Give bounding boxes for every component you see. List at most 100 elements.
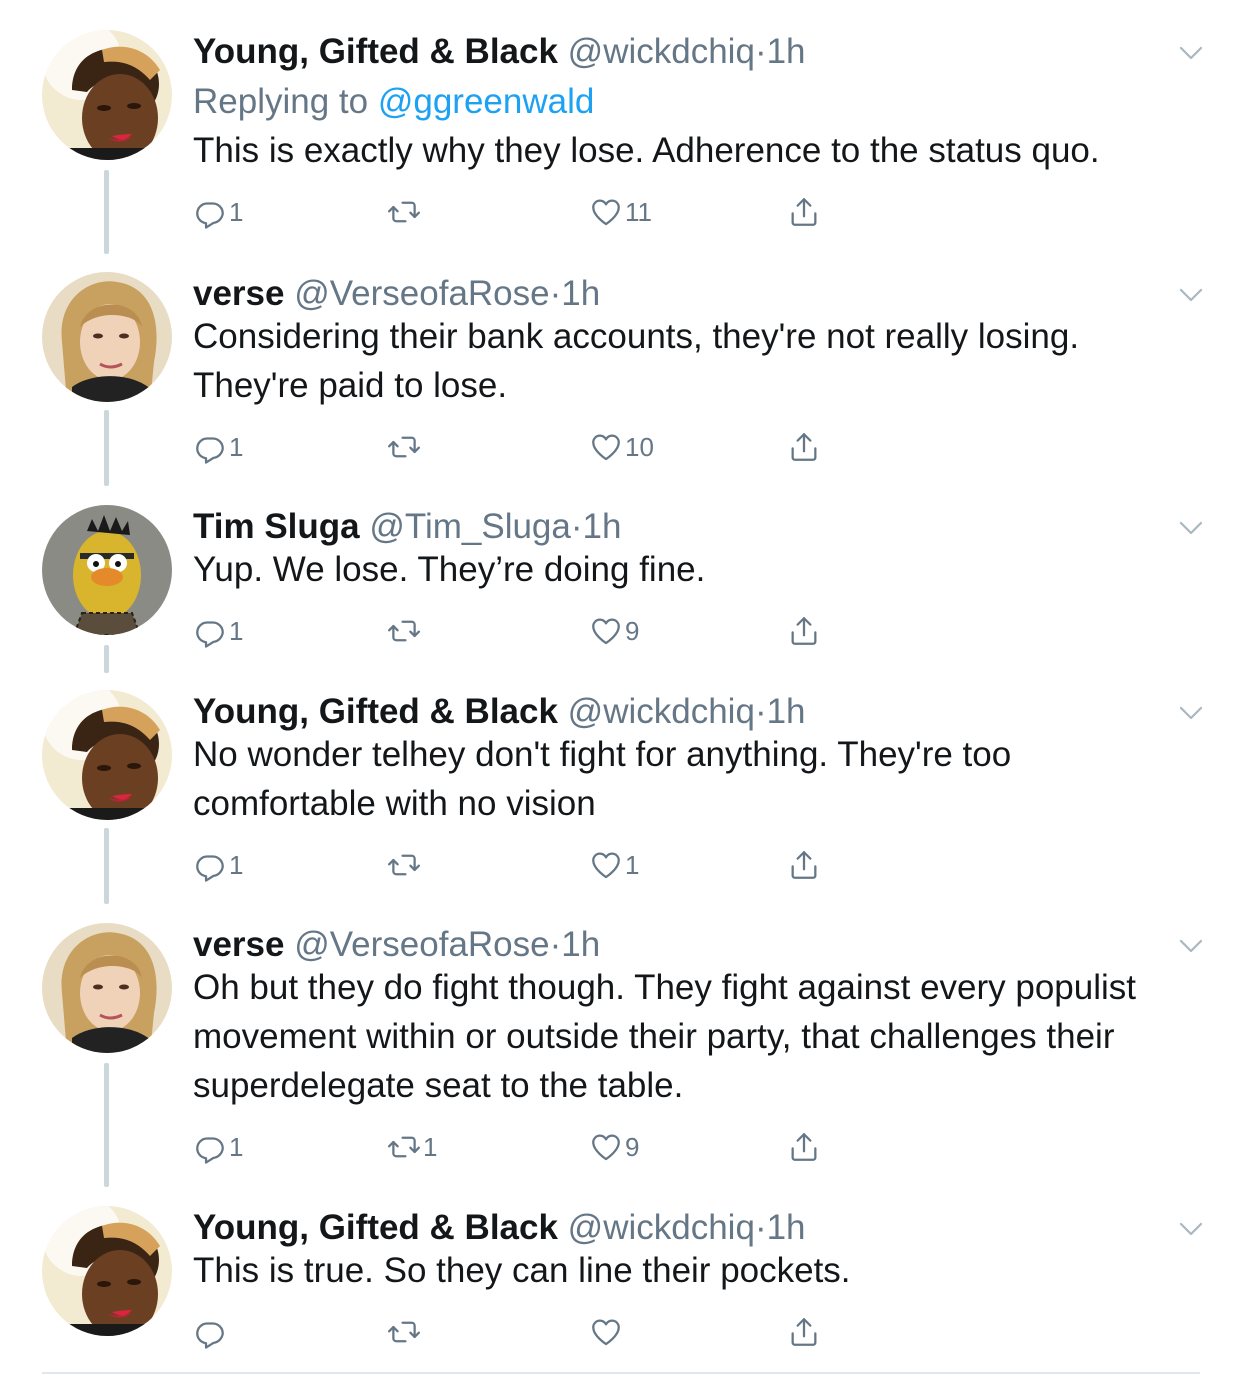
replying-prefix: Replying to <box>193 82 369 121</box>
chevron-down-icon[interactable] <box>1176 1214 1206 1244</box>
author-name[interactable]: Tim Sluga <box>193 507 360 546</box>
share-button[interactable] <box>787 845 821 885</box>
timestamp[interactable]: 1h <box>583 507 622 546</box>
retweet-button[interactable] <box>387 1312 423 1352</box>
chevron-down-icon[interactable] <box>1176 38 1206 68</box>
reply-button[interactable]: 1 <box>193 192 243 232</box>
author-handle[interactable]: @wickdchiq <box>568 1208 755 1247</box>
mention-link[interactable]: @ggreenwald <box>378 82 595 121</box>
avatar[interactable] <box>42 30 172 160</box>
avatar[interactable] <box>42 505 172 635</box>
author-name[interactable]: Young, Gifted & Black <box>193 32 558 71</box>
share-button[interactable] <box>787 1312 821 1352</box>
retweet-button[interactable] <box>387 611 423 651</box>
like-button[interactable]: 1 <box>589 845 639 885</box>
reply-icon <box>193 614 227 648</box>
tweet-actions: 1 1 <box>193 845 873 885</box>
timestamp[interactable]: 1h <box>767 1208 806 1247</box>
avatar[interactable] <box>42 923 172 1053</box>
author-name[interactable]: verse <box>193 925 284 964</box>
like-count: 10 <box>625 432 654 462</box>
avatar[interactable] <box>42 1206 172 1336</box>
author-handle[interactable]: @Tim_Sluga <box>369 507 571 546</box>
retweet-count: 1 <box>423 1132 438 1162</box>
share-icon <box>787 195 821 229</box>
author-name[interactable]: Young, Gifted & Black <box>193 1208 558 1247</box>
like-button[interactable]: 10 <box>589 427 654 467</box>
chevron-down-icon[interactable] <box>1176 698 1206 728</box>
reply-button[interactable]: 1 <box>193 427 243 467</box>
reply-count: 1 <box>229 1132 244 1162</box>
divider <box>42 1372 1200 1374</box>
tweet-actions: 1 11 <box>193 192 873 232</box>
tweet-text: This is true. So they can line their poc… <box>193 1251 851 1290</box>
tweet-header: Young, Gifted & Black @wickdchiq·1h <box>193 30 806 74</box>
like-count: 1 <box>625 850 640 880</box>
reply-button[interactable]: 1 <box>193 845 243 885</box>
timestamp[interactable]: 1h <box>767 32 806 71</box>
retweet-icon <box>387 848 421 882</box>
heart-icon <box>589 1315 623 1349</box>
tweet-text: Considering their bank accounts, they're… <box>193 317 1080 405</box>
share-icon <box>787 1130 821 1164</box>
author-name[interactable]: verse <box>193 274 284 313</box>
separator-dot: · <box>754 1208 767 1247</box>
chevron-down-icon[interactable] <box>1176 280 1206 310</box>
share-button[interactable] <box>787 1127 821 1167</box>
author-handle[interactable]: @VerseofaRose <box>294 925 549 964</box>
reply-icon <box>193 195 227 229</box>
author-handle[interactable]: @VerseofaRose <box>294 274 549 313</box>
replying-to: Replying to @ggreenwald <box>193 79 594 125</box>
retweet-button[interactable] <box>387 427 423 467</box>
tweet-text: Oh but they do fight though. They fight … <box>193 968 1137 1105</box>
retweet-icon <box>387 1130 421 1164</box>
reply-icon <box>193 430 227 464</box>
share-icon <box>787 1315 821 1349</box>
tweet-text: This is exactly why they lose. Adherence… <box>193 131 1100 170</box>
retweet-button[interactable] <box>387 192 423 232</box>
chevron-down-icon[interactable] <box>1176 931 1206 961</box>
thread-line <box>104 1063 109 1187</box>
author-name[interactable]: Young, Gifted & Black <box>193 692 558 731</box>
like-button[interactable]: 11 <box>589 192 652 232</box>
tweet-actions: 1 1 9 <box>193 1127 873 1167</box>
timestamp[interactable]: 1h <box>767 692 806 731</box>
reply-button[interactable]: 1 <box>193 1127 243 1167</box>
retweet-button[interactable] <box>387 845 423 885</box>
reply-button[interactable]: 1 <box>193 611 243 651</box>
chevron-down-icon[interactable] <box>1176 513 1206 543</box>
author-handle[interactable]: @wickdchiq <box>568 692 755 731</box>
tweet-text: No wonder telhey don't fight for anythin… <box>193 735 1012 823</box>
heart-icon <box>589 195 623 229</box>
reply-count: 1 <box>229 850 244 880</box>
share-button[interactable] <box>787 611 821 651</box>
reply-icon <box>193 1315 227 1349</box>
separator-dot: · <box>570 507 583 546</box>
tweet-header: verse @VerseofaRose·1h <box>193 272 600 316</box>
retweet-icon <box>387 195 421 229</box>
heart-icon <box>589 1130 623 1164</box>
thread-line <box>104 828 109 904</box>
heart-icon <box>589 614 623 648</box>
reply-count: 1 <box>229 616 244 646</box>
retweet-button[interactable]: 1 <box>387 1127 437 1167</box>
retweet-icon <box>387 614 421 648</box>
timestamp[interactable]: 1h <box>561 925 600 964</box>
like-button[interactable]: 9 <box>589 611 639 651</box>
timestamp[interactable]: 1h <box>561 274 600 313</box>
thread-line <box>104 410 109 486</box>
tweet-text: Yup. We lose. They’re doing fine. <box>193 550 706 589</box>
share-button[interactable] <box>787 192 821 232</box>
avatar[interactable] <box>42 272 172 402</box>
author-handle[interactable]: @wickdchiq <box>568 32 755 71</box>
heart-icon <box>589 430 623 464</box>
like-count: 9 <box>625 1132 640 1162</box>
avatar[interactable] <box>42 690 172 820</box>
tweet-header: Young, Gifted & Black @wickdchiq·1h <box>193 1206 806 1250</box>
reply-button[interactable] <box>193 1312 229 1352</box>
like-button[interactable]: 9 <box>589 1127 639 1167</box>
tweet-header: verse @VerseofaRose·1h <box>193 923 600 967</box>
like-button[interactable] <box>589 1312 625 1352</box>
share-icon <box>787 430 821 464</box>
share-button[interactable] <box>787 427 821 467</box>
